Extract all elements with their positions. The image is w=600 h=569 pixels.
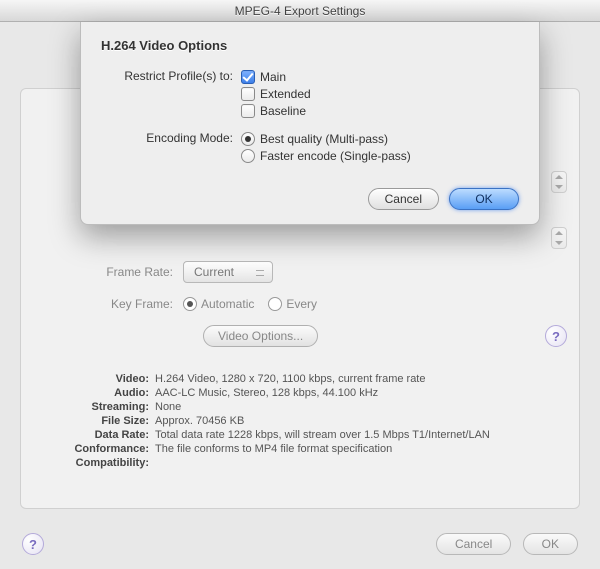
panel-help-button[interactable]: ?: [545, 325, 567, 347]
window-titlebar: MPEG-4 Export Settings: [0, 0, 600, 22]
profile-baseline-checkbox[interactable]: [241, 104, 255, 118]
key-frame-every-radio[interactable]: [268, 297, 282, 311]
summary-compatibility-value: [155, 457, 555, 469]
summary-audio-label: Audio:: [55, 387, 155, 399]
profile-main-checkbox[interactable]: [241, 70, 255, 84]
profile-baseline-label: Baseline: [260, 104, 306, 118]
window-help-button[interactable]: ?: [22, 533, 44, 555]
unknown-stepper-2[interactable]: [551, 227, 567, 249]
summary-audio-value: AAC-LC Music, Stereo, 128 kbps, 44.100 k…: [155, 387, 555, 399]
video-options-button[interactable]: Video Options...: [203, 325, 318, 347]
sheet-ok-button[interactable]: OK: [449, 188, 519, 210]
frame-rate-value: Current: [194, 265, 234, 279]
help-icon: ?: [552, 329, 560, 344]
sheet-cancel-button[interactable]: Cancel: [368, 188, 439, 210]
sheet-cancel-label: Cancel: [385, 192, 422, 206]
summary-compatibility-label: Compatibility:: [55, 457, 155, 469]
summary-conformance-value: The file conforms to MP4 file format spe…: [155, 443, 555, 455]
sheet-title: H.264 Video Options: [101, 38, 519, 53]
encoding-faster-label: Faster encode (Single-pass): [260, 149, 411, 163]
window-cancel-button[interactable]: Cancel: [436, 533, 511, 555]
window-title: MPEG-4 Export Settings: [235, 4, 366, 18]
summary-video-label: Video:: [55, 373, 155, 385]
summary-datarate-value: Total data rate 1228 kbps, will stream o…: [155, 429, 555, 441]
profile-main-label: Main: [260, 70, 286, 84]
window-ok-button[interactable]: OK: [523, 533, 578, 555]
key-frame-label: Key Frame:: [33, 297, 183, 311]
summary-video-value: H.264 Video, 1280 x 720, 1100 kbps, curr…: [155, 373, 555, 385]
profile-extended-label: Extended: [260, 87, 311, 101]
summary-filesize-value: Approx. 70456 KB: [155, 415, 555, 427]
encoding-best-radio[interactable]: [241, 132, 255, 146]
summary-streaming-label: Streaming:: [55, 401, 155, 413]
export-summary: Video: H.264 Video, 1280 x 720, 1100 kbp…: [55, 371, 555, 471]
window-ok-label: OK: [542, 537, 559, 551]
key-frame-automatic-radio[interactable]: [183, 297, 197, 311]
summary-streaming-value: None: [155, 401, 555, 413]
window-bottom-bar: ? Cancel OK: [0, 519, 600, 569]
summary-filesize-label: File Size:: [55, 415, 155, 427]
summary-datarate-label: Data Rate:: [55, 429, 155, 441]
encoding-faster-radio[interactable]: [241, 149, 255, 163]
help-icon: ?: [29, 537, 37, 552]
encoding-mode-label: Encoding Mode:: [101, 129, 241, 145]
video-options-button-label: Video Options...: [218, 329, 303, 343]
sheet-ok-label: OK: [475, 192, 492, 206]
restrict-profile-label: Restrict Profile(s) to:: [101, 67, 241, 83]
frame-rate-dropdown[interactable]: Current: [183, 261, 273, 283]
unknown-stepper-1[interactable]: [551, 171, 567, 193]
window-cancel-label: Cancel: [455, 537, 492, 551]
video-options-sheet: H.264 Video Options Restrict Profile(s) …: [80, 22, 540, 225]
summary-conformance-label: Conformance:: [55, 443, 155, 455]
encoding-best-label: Best quality (Multi-pass): [260, 132, 388, 146]
key-frame-automatic-label: Automatic: [201, 297, 254, 311]
key-frame-every-label: Every: [286, 297, 317, 311]
frame-rate-label: Frame Rate:: [33, 265, 183, 279]
profile-extended-checkbox[interactable]: [241, 87, 255, 101]
